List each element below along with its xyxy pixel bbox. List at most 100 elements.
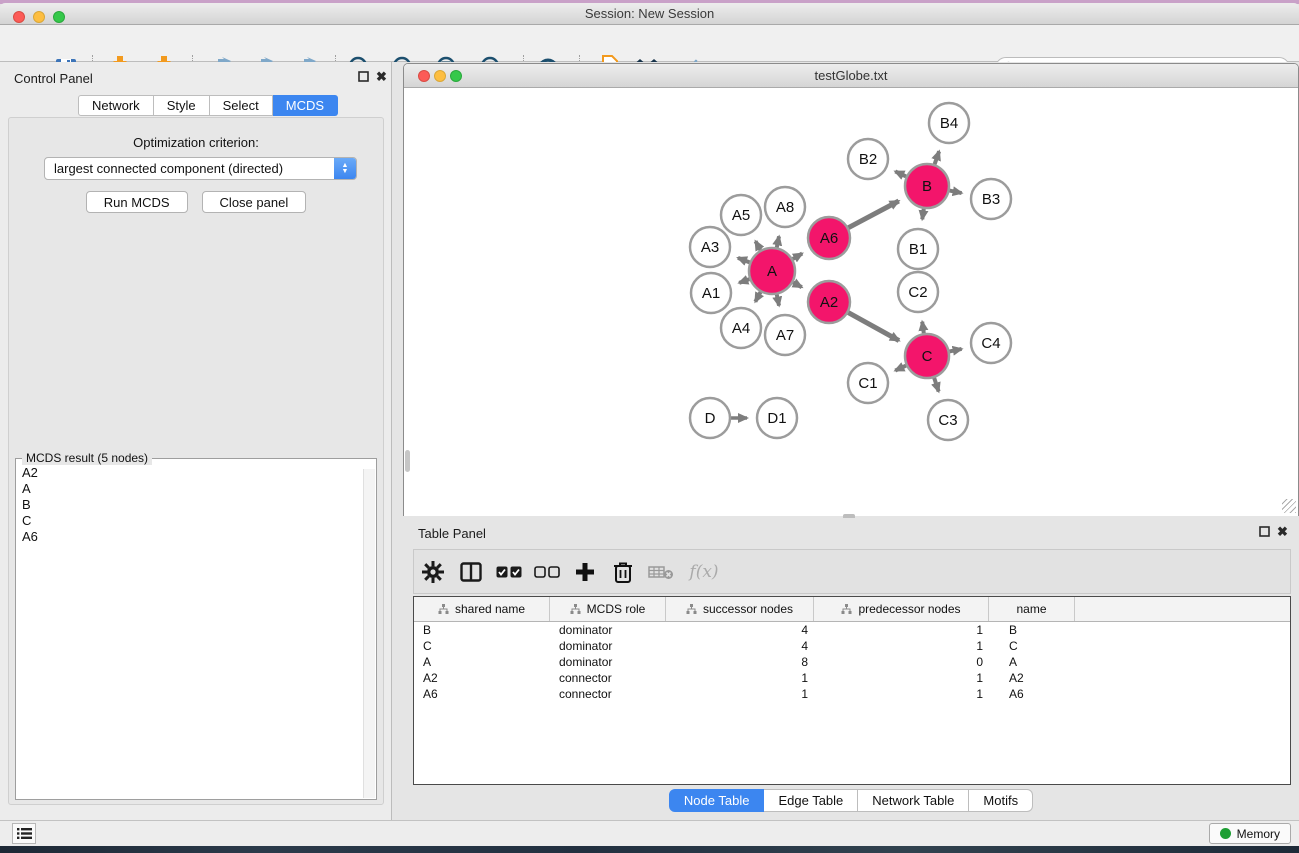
close-panel-button[interactable]: Close panel <box>202 191 307 213</box>
node-label-B2: B2 <box>859 151 877 168</box>
memory-button[interactable]: Memory <box>1209 823 1291 844</box>
task-history-button[interactable] <box>12 823 36 844</box>
table-row[interactable]: Bdominator41B <box>414 622 1290 638</box>
result-scrollbar[interactable] <box>363 469 375 798</box>
cell-MCDS-role[interactable]: dominator <box>550 655 666 669</box>
control-panel: Control Panel ✖ NetworkStyleSelectMCDS O… <box>0 62 392 820</box>
cell-name[interactable]: B <box>989 623 1075 637</box>
network-canvas[interactable]: B4B2BB3A5A8A6B1A3AC2A1A2A4A7C4CC1C3DD1 <box>404 89 1298 516</box>
column-header-predecessor-nodes[interactable]: predecessor nodes <box>814 597 989 621</box>
edge-A-A6[interactable] <box>793 254 802 259</box>
edge-A6-B[interactable] <box>848 201 898 228</box>
table-row[interactable]: A2connector11A2 <box>414 670 1290 686</box>
result-item[interactable]: A <box>22 481 38 497</box>
table-options-button[interactable] <box>414 556 452 588</box>
edge-C-C4[interactable] <box>950 349 962 351</box>
edge-A-A4[interactable] <box>755 292 760 302</box>
cell-shared-name[interactable]: A <box>414 655 550 669</box>
result-item[interactable]: A2 <box>22 465 38 481</box>
cell-name[interactable]: A <box>989 655 1075 669</box>
edge-A-A7[interactable] <box>777 295 779 306</box>
result-item[interactable]: B <box>22 497 38 513</box>
cell-MCDS-role[interactable]: dominator <box>550 639 666 653</box>
tab-select[interactable]: Select <box>210 95 273 116</box>
tab-style[interactable]: Style <box>154 95 210 116</box>
edge-A-A1[interactable] <box>739 279 749 283</box>
cell-MCDS-role[interactable]: connector <box>550 687 666 701</box>
tab-network[interactable]: Network <box>78 95 154 116</box>
cell-predecessor-nodes[interactable]: 1 <box>814 671 989 685</box>
tab-node-table[interactable]: Node Table <box>669 789 765 812</box>
edge-B-B3[interactable] <box>950 191 962 193</box>
node-label-A5: A5 <box>732 207 750 224</box>
delete-table-button[interactable] <box>642 556 680 588</box>
cell-successor-nodes[interactable]: 4 <box>666 639 814 653</box>
close-panel-icon[interactable]: ✖ <box>375 70 388 83</box>
edge-B-B4[interactable] <box>935 151 940 164</box>
column-header-label: shared name <box>455 602 525 616</box>
node-label-A3: A3 <box>701 239 719 256</box>
tab-mcds[interactable]: MCDS <box>273 95 338 116</box>
float-panel-icon[interactable] <box>357 70 370 83</box>
apply-function-button[interactable]: f(x) <box>680 556 728 588</box>
edge-B-B1[interactable] <box>922 209 924 220</box>
mcds-result-list[interactable]: A2ABCA6 <box>22 465 38 545</box>
tab-motifs[interactable]: Motifs <box>969 789 1033 812</box>
window-resize-grip[interactable] <box>1282 499 1296 513</box>
cell-shared-name[interactable]: C <box>414 639 550 653</box>
cell-shared-name[interactable]: A6 <box>414 687 550 701</box>
edge-B-B2[interactable] <box>895 171 906 176</box>
add-column-button[interactable] <box>566 556 604 588</box>
cell-predecessor-nodes[interactable]: 0 <box>814 655 989 669</box>
edge-A-A8[interactable] <box>777 236 779 247</box>
edge-C-C3[interactable] <box>934 378 938 392</box>
cell-name[interactable]: A6 <box>989 687 1075 701</box>
column-header-label: MCDS role <box>587 602 646 616</box>
close-table-panel-icon[interactable]: ✖ <box>1276 525 1289 538</box>
node-label-B3: B3 <box>982 191 1000 208</box>
cell-predecessor-nodes[interactable]: 1 <box>814 623 989 637</box>
cell-name[interactable]: A2 <box>989 671 1075 685</box>
cell-shared-name[interactable]: A2 <box>414 671 550 685</box>
select-all-button[interactable] <box>490 556 528 588</box>
columns-icon <box>460 562 482 582</box>
edge-A2-C[interactable] <box>848 313 899 341</box>
cell-shared-name[interactable]: B <box>414 623 550 637</box>
edge-A-A5[interactable] <box>756 241 761 250</box>
column-header-successor-nodes[interactable]: successor nodes <box>666 597 814 621</box>
edge-A-A3[interactable] <box>738 258 750 263</box>
network-vertical-scrollbar[interactable] <box>405 450 410 472</box>
mcds-result-box: MCDS result (5 nodes) A2ABCA6 <box>15 458 377 800</box>
float-table-panel-icon[interactable] <box>1258 525 1271 538</box>
edge-A-A2[interactable] <box>793 282 802 287</box>
column-header-MCDS-role[interactable]: MCDS role <box>550 597 666 621</box>
cell-MCDS-role[interactable]: connector <box>550 671 666 685</box>
cell-MCDS-role[interactable]: dominator <box>550 623 666 637</box>
result-item[interactable]: A6 <box>22 529 38 545</box>
table-row[interactable]: Cdominator41C <box>414 638 1290 654</box>
cell-successor-nodes[interactable]: 1 <box>666 671 814 685</box>
result-item[interactable]: C <box>22 513 38 529</box>
table-row[interactable]: A6connector11A6 <box>414 686 1290 702</box>
cell-predecessor-nodes[interactable]: 1 <box>814 639 989 653</box>
delete-table-icon <box>648 564 674 580</box>
deselect-all-button[interactable] <box>528 556 566 588</box>
tab-edge-table[interactable]: Edge Table <box>764 789 858 812</box>
edge-C-C2[interactable] <box>922 322 924 334</box>
column-header-name[interactable]: name <box>989 597 1075 621</box>
column-header-shared-name[interactable]: shared name <box>414 597 550 621</box>
run-mcds-button[interactable]: Run MCDS <box>86 191 188 213</box>
tab-network-table[interactable]: Network Table <box>858 789 969 812</box>
cell-successor-nodes[interactable]: 8 <box>666 655 814 669</box>
cell-successor-nodes[interactable]: 1 <box>666 687 814 701</box>
optimization-criterion-dropdown[interactable]: largest connected component (directed) ▲… <box>44 157 357 180</box>
column-visibility-button[interactable] <box>452 556 490 588</box>
delete-column-button[interactable] <box>604 556 642 588</box>
memory-status-icon <box>1220 828 1231 839</box>
node-label-C2: C2 <box>908 284 927 301</box>
cell-name[interactable]: C <box>989 639 1075 653</box>
edge-C-C1[interactable] <box>895 366 906 371</box>
cell-successor-nodes[interactable]: 4 <box>666 623 814 637</box>
table-row[interactable]: Adominator80A <box>414 654 1290 670</box>
cell-predecessor-nodes[interactable]: 1 <box>814 687 989 701</box>
